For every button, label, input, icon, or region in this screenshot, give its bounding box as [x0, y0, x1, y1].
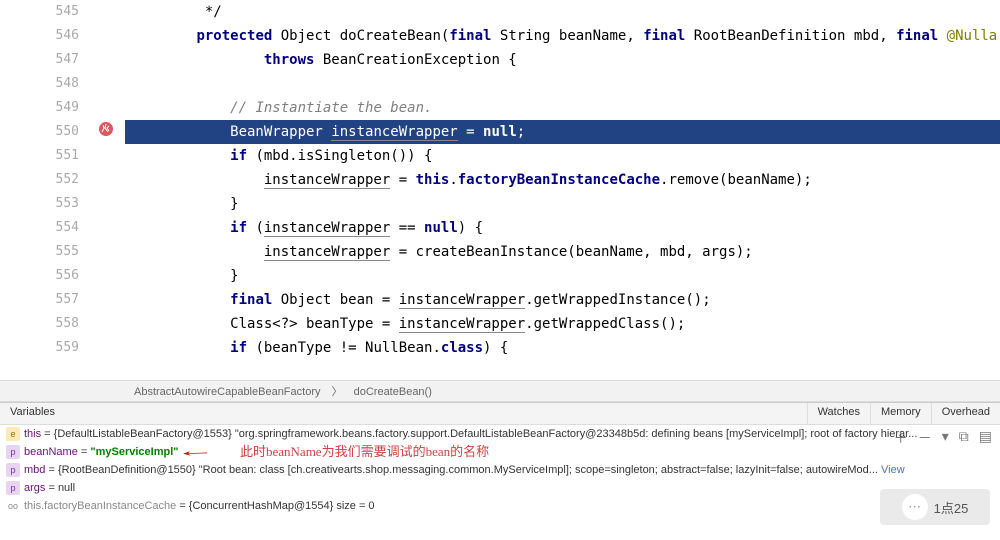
- var-name: mbd: [24, 464, 45, 476]
- breakpoint-icon[interactable]: [97, 120, 115, 138]
- code-line[interactable]: Class<?> beanType = instanceWrapper.getW…: [125, 312, 1000, 336]
- watermark: ⋯ 1点25: [880, 489, 990, 525]
- var-value: =: [78, 446, 91, 458]
- code-content[interactable]: */ protected Object doCreateBean(final S…: [125, 0, 1000, 380]
- var-name: this.factoryBeanInstanceCache: [24, 500, 176, 512]
- variable-row[interactable]: oo this.factoryBeanInstanceCache = {Concu…: [0, 497, 1000, 515]
- var-value: = {RootBeanDefinition@1550} "Root bean: …: [45, 464, 878, 476]
- code-line[interactable]: }: [125, 264, 1000, 288]
- line-number: 553: [0, 192, 79, 216]
- var-type-icon: e: [6, 427, 20, 441]
- line-number: 548: [0, 72, 79, 96]
- code-line[interactable]: }: [125, 192, 1000, 216]
- tab-overhead[interactable]: Overhead: [931, 403, 1000, 424]
- variables-list[interactable]: ＋ － ▾ ⧉ ▤ ethis = {DefaultListableBeanFa…: [0, 425, 1000, 540]
- breadcrumb-separator: 〉: [328, 386, 347, 398]
- debug-tabs: Variables Watches Memory Overhead: [0, 403, 1000, 425]
- gutter-row[interactable]: [85, 24, 125, 48]
- variable-row[interactable]: p beanName = "myServiceImpl"← 此时beanName为我…: [0, 443, 1000, 461]
- gutter-row[interactable]: [85, 144, 125, 168]
- var-type-icon: p: [6, 445, 20, 459]
- var-value: = {DefaultListableBeanFactory@1553} "org…: [41, 428, 917, 440]
- var-name: args: [24, 482, 45, 494]
- line-number: 546: [0, 24, 79, 48]
- var-type-icon: p: [6, 481, 20, 495]
- gutter-row[interactable]: [85, 48, 125, 72]
- code-line[interactable]: if (mbd.isSingleton()) {: [125, 144, 1000, 168]
- code-editor[interactable]: 5455465475485495505515525535545555565575…: [0, 0, 1000, 380]
- breakpoint-gutter[interactable]: [85, 0, 125, 380]
- gutter-row[interactable]: [85, 168, 125, 192]
- watermark-label: 1点25: [934, 498, 969, 517]
- code-line[interactable]: if (instanceWrapper == null) {: [125, 216, 1000, 240]
- var-name: beanName: [24, 446, 78, 458]
- gutter-row[interactable]: [85, 288, 125, 312]
- tab-memory[interactable]: Memory: [870, 403, 931, 424]
- gutter-row[interactable]: [85, 96, 125, 120]
- gutter-row[interactable]: [85, 120, 125, 144]
- line-number: 550: [0, 120, 79, 144]
- gutter-row[interactable]: [85, 216, 125, 240]
- gutter-row[interactable]: [85, 240, 125, 264]
- annotation-arrow: ←: [174, 445, 216, 458]
- debug-panel: Variables Watches Memory Overhead ＋ － ▾ …: [0, 402, 1000, 540]
- gutter-row[interactable]: [85, 336, 125, 360]
- gutter-row[interactable]: [85, 312, 125, 336]
- code-line[interactable]: instanceWrapper = createBeanInstance(bea…: [125, 240, 1000, 264]
- gutter-row[interactable]: [85, 264, 125, 288]
- breadcrumb-method[interactable]: doCreateBean(): [350, 386, 436, 398]
- line-number: 557: [0, 288, 79, 312]
- var-value: = null: [45, 482, 75, 494]
- var-value: = {ConcurrentHashMap@1554} size = 0: [176, 500, 374, 512]
- annotation-text: 此时beanName为我们需要调试的bean的名称: [240, 443, 489, 461]
- breadcrumb-class[interactable]: AbstractAutowireCapableBeanFactory: [130, 386, 324, 398]
- line-number: 547: [0, 48, 79, 72]
- code-line[interactable]: throws BeanCreationException {: [125, 48, 1000, 72]
- line-number: 559: [0, 336, 79, 360]
- variable-row[interactable]: pmbd = {RootBeanDefinition@1550} "Root b…: [0, 461, 1000, 479]
- var-type-icon: oo: [6, 499, 20, 513]
- code-line[interactable]: if (beanType != NullBean.class) {: [125, 336, 1000, 360]
- gutter-row[interactable]: [85, 0, 125, 24]
- code-line[interactable]: protected Object doCreateBean(final Stri…: [125, 24, 1000, 48]
- variable-row[interactable]: ethis = {DefaultListableBeanFactory@1553…: [0, 425, 1000, 443]
- gutter-row[interactable]: [85, 192, 125, 216]
- tab-watches[interactable]: Watches: [807, 403, 870, 424]
- code-line[interactable]: [125, 72, 1000, 96]
- variable-row[interactable]: pargs = null: [0, 479, 1000, 497]
- line-number: 554: [0, 216, 79, 240]
- line-number: 549: [0, 96, 79, 120]
- view-link[interactable]: View: [878, 464, 905, 476]
- line-number: 552: [0, 168, 79, 192]
- line-number: 555: [0, 240, 79, 264]
- gutter-row[interactable]: [85, 72, 125, 96]
- line-number: 558: [0, 312, 79, 336]
- line-number: 551: [0, 144, 79, 168]
- line-number-gutter: 5455465475485495505515525535545555565575…: [0, 0, 85, 380]
- var-name: this: [24, 428, 41, 440]
- code-line[interactable]: */: [125, 0, 1000, 24]
- code-line[interactable]: final Object bean = instanceWrapper.getW…: [125, 288, 1000, 312]
- code-line[interactable]: instanceWrapper = this.factoryBeanInstan…: [125, 168, 1000, 192]
- line-number: 545: [0, 0, 79, 24]
- breadcrumb[interactable]: AbstractAutowireCapableBeanFactory 〉 doC…: [0, 380, 1000, 402]
- var-string-value: "myServiceImpl": [90, 446, 178, 458]
- var-type-icon: p: [6, 463, 20, 477]
- code-line[interactable]: BeanWrapper instanceWrapper = null;: [125, 120, 1000, 144]
- wechat-icon: ⋯: [902, 494, 928, 520]
- code-line[interactable]: // Instantiate the bean.: [125, 96, 1000, 120]
- line-number: 556: [0, 264, 79, 288]
- tab-variables[interactable]: Variables: [0, 403, 807, 424]
